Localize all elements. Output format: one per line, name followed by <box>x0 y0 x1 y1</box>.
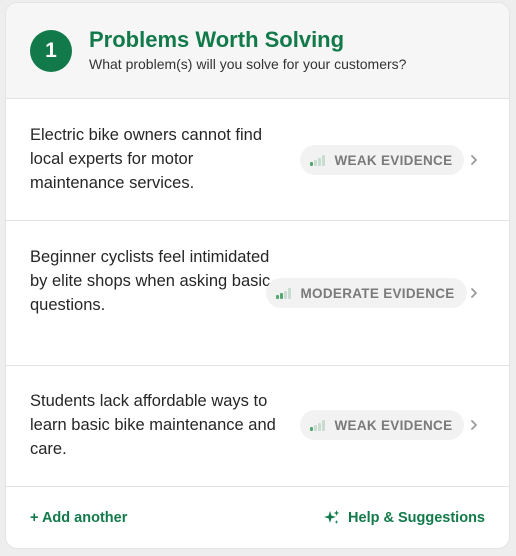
signal-bar <box>280 292 283 299</box>
signal-bar <box>322 419 325 431</box>
signal-bar <box>310 426 313 431</box>
signal-bar <box>318 422 321 431</box>
problems-card: 1 Problems Worth Solving What problem(s)… <box>5 2 510 549</box>
problem-text: Electric bike owners cannot find local e… <box>30 126 263 192</box>
chevron-right-icon[interactable] <box>467 418 481 432</box>
problem-text: Beginner cyclists feel intimidated by el… <box>30 248 271 314</box>
signal-bar <box>288 287 291 299</box>
problem-row[interactable]: Electric bike owners cannot find local e… <box>6 99 509 221</box>
signal-bar <box>276 294 279 299</box>
section-title: Problems Worth Solving <box>89 27 345 52</box>
signal-bar <box>310 161 313 166</box>
evidence-badge[interactable]: WEAK EVIDENCE <box>300 410 465 440</box>
evidence-badge[interactable]: WEAK EVIDENCE <box>300 145 465 175</box>
evidence-badge[interactable]: MODERATE EVIDENCE <box>266 278 467 308</box>
chevron-right-icon[interactable] <box>467 153 481 167</box>
step-number-badge: 1 <box>30 30 72 72</box>
help-suggestions-button[interactable]: Help & Suggestions <box>323 509 485 527</box>
signal-bars-icon <box>276 287 291 299</box>
add-another-button[interactable]: + Add another <box>30 510 127 526</box>
card-header: 1 Problems Worth Solving What problem(s)… <box>6 3 509 99</box>
chevron-right-icon[interactable] <box>467 286 481 300</box>
signal-bar <box>314 424 317 431</box>
problem-row[interactable]: Beginner cyclists feel intimidated by el… <box>6 221 509 366</box>
card-footer: + Add another Help & Suggestions <box>6 487 509 548</box>
signal-bars-icon <box>310 154 325 166</box>
section-subtitle: What problem(s) will you solve for your … <box>89 56 407 72</box>
signal-bar <box>284 290 287 299</box>
evidence-label: MODERATE EVIDENCE <box>300 285 455 301</box>
evidence-label: WEAK EVIDENCE <box>334 417 453 433</box>
signal-bar <box>318 157 321 166</box>
signal-bar <box>314 159 317 166</box>
help-suggestions-label: Help & Suggestions <box>348 510 485 526</box>
problem-text: Students lack affordable ways to learn b… <box>30 392 276 458</box>
sparkle-icon <box>324 510 340 524</box>
signal-bars-icon <box>310 419 325 431</box>
problem-row[interactable]: Students lack affordable ways to learn b… <box>6 366 509 487</box>
evidence-label: WEAK EVIDENCE <box>334 152 453 168</box>
signal-bar <box>322 154 325 166</box>
